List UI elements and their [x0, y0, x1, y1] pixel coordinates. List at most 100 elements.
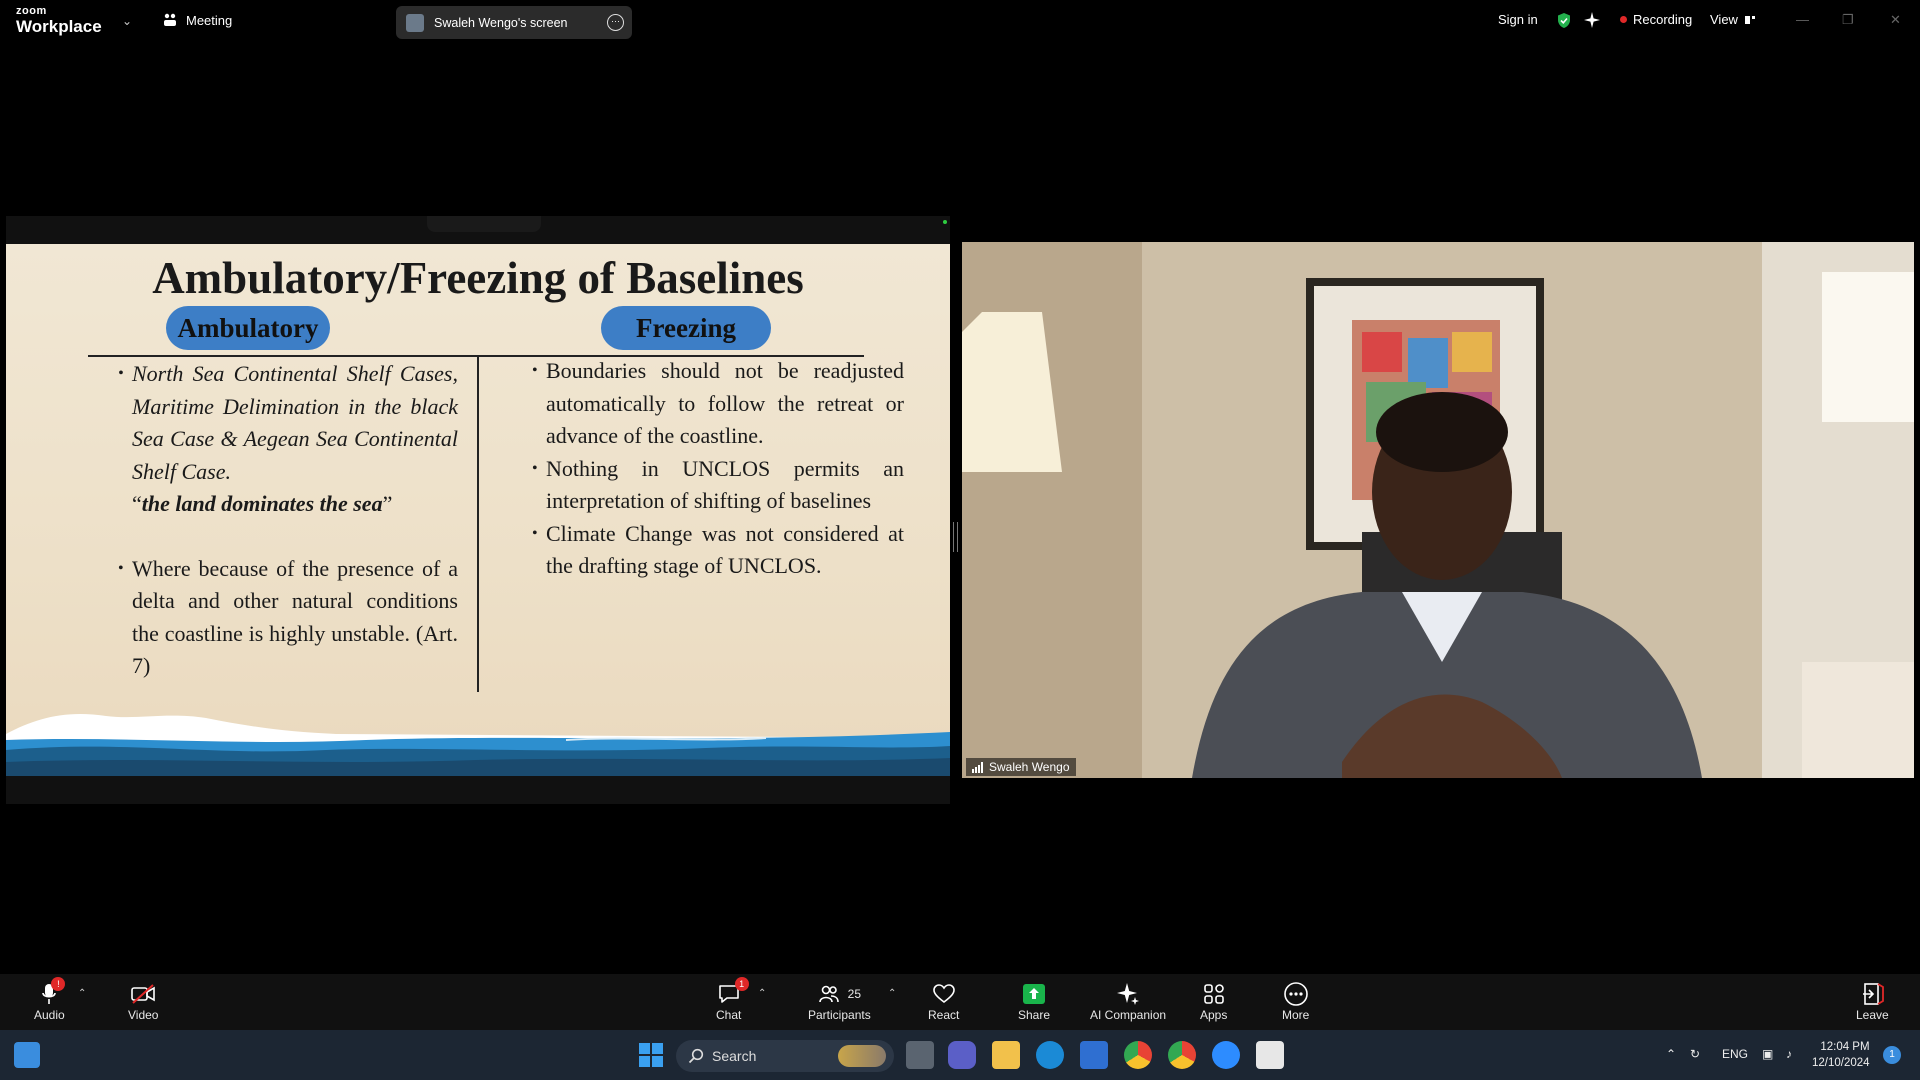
video-label: Video [128, 1008, 159, 1022]
share-drag-handle[interactable] [427, 216, 541, 232]
share-title: Swaleh Wengo's screen [434, 15, 568, 30]
more-label: More [1282, 1008, 1310, 1022]
minimize-icon[interactable]: — [1796, 12, 1809, 27]
zoom-logo: zoom Workplace [16, 5, 102, 36]
share-screen-icon [1022, 980, 1046, 1008]
audio-alert-badge: ! [51, 977, 66, 991]
heart-icon [932, 980, 956, 1008]
security-shield-icon[interactable] [1556, 12, 1572, 29]
zoom-app-icon[interactable] [1212, 1041, 1240, 1069]
chrome-profile-icon[interactable] [1168, 1041, 1196, 1069]
ai-sparkle-icon [1116, 980, 1140, 1008]
network-icon[interactable]: ▣ [1762, 1047, 1773, 1061]
more-options-icon[interactable]: ··· [607, 14, 624, 31]
ambulatory-heading: Ambulatory [166, 306, 330, 350]
sign-in-label: Sign in [1498, 12, 1538, 27]
apps-icon [1203, 980, 1225, 1008]
video-off-icon [130, 980, 156, 1008]
meeting-menu-button[interactable]: Meeting [162, 12, 232, 28]
title-bar: zoom Workplace ⌄ Meeting Swaleh Wengo's … [0, 0, 1920, 44]
recording-indicator[interactable]: Recording [1620, 12, 1692, 27]
chat-options-caret-icon[interactable]: ⌃ [758, 988, 766, 999]
apps-label: Apps [1200, 1008, 1228, 1022]
windows-taskbar: Search ⌃ ↻ ENG ▣ ♪ 12:04 PM 12/10/2024 1 [0, 1030, 1920, 1080]
video-button[interactable]: Video [128, 980, 158, 1022]
status-dot-icon [943, 220, 947, 224]
system-clock[interactable]: 12:04 PM 12/10/2024 [1812, 1039, 1870, 1071]
sync-icon[interactable]: ↻ [1690, 1047, 1700, 1061]
view-button[interactable]: View [1710, 12, 1756, 27]
ambulatory-column: North Sea Continental Shelf Cases, Marit… [118, 358, 458, 683]
audio-options-caret-icon[interactable]: ⌃ [78, 988, 86, 999]
ai-companion-button[interactable]: AI Companion [1090, 980, 1166, 1022]
close-icon[interactable]: ✕ [1890, 12, 1901, 28]
list-item: Nothing in UNCLOS permits an interpretat… [532, 453, 904, 518]
ai-companion-label: AI Companion [1090, 1008, 1167, 1022]
sign-in-link[interactable]: Sign in [1498, 12, 1538, 27]
tray-overflow-icon[interactable]: ⌃ [1666, 1047, 1676, 1061]
store-icon[interactable] [1080, 1041, 1108, 1069]
share-button[interactable]: Share [1018, 980, 1050, 1022]
teams-icon[interactable] [948, 1041, 976, 1069]
participants-button[interactable]: 25 Participants [808, 980, 871, 1022]
snipping-tool-icon[interactable] [1256, 1041, 1284, 1069]
leave-button[interactable]: Leave [1856, 980, 1889, 1022]
participant-video: Swaleh Wengo [962, 242, 1914, 778]
recording-label: Recording [1633, 12, 1693, 27]
widgets-icon[interactable] [14, 1042, 40, 1068]
quote-close: ” [382, 491, 393, 516]
search-icon [688, 1048, 704, 1064]
maximize-icon[interactable]: ❐ [1842, 12, 1854, 28]
more-dots-icon [1283, 980, 1309, 1008]
view-label: View [1710, 12, 1738, 27]
react-button[interactable]: React [928, 980, 959, 1022]
shared-screen-area: Ambulatory/Freezing of Baselines Ambulat… [6, 216, 950, 804]
taskbar-search-box[interactable]: Search [676, 1040, 894, 1072]
notification-badge[interactable]: 1 [1883, 1046, 1901, 1064]
avatar [406, 13, 424, 32]
freezing-heading: Freezing [601, 306, 771, 350]
windows-start-icon[interactable] [637, 1041, 665, 1069]
file-explorer-icon[interactable] [992, 1041, 1020, 1069]
apps-button[interactable]: Apps [1200, 980, 1227, 1022]
slide-title: Ambulatory/Freezing of Baselines [152, 253, 804, 303]
sparkle-icon[interactable] [1584, 12, 1600, 28]
clock-time: 12:04 PM [1820, 1041, 1870, 1053]
chevron-down-icon[interactable]: ⌄ [122, 14, 132, 28]
chat-button[interactable]: 1 Chat [716, 977, 749, 1022]
recording-dot-icon [1620, 16, 1627, 23]
more-button[interactable]: More [1282, 980, 1309, 1022]
participant-name: Swaleh Wengo [989, 760, 1070, 774]
participant-name-tag: Swaleh Wengo [966, 758, 1076, 776]
volume-icon[interactable]: ♪ [1786, 1047, 1792, 1061]
participants-options-caret-icon[interactable]: ⌃ [888, 988, 896, 999]
chat-badge: 1 [734, 977, 749, 991]
quote-line: “the land dominates the sea” [118, 488, 458, 521]
participants-count: 25 [847, 987, 862, 1001]
audio-button[interactable]: ! Audio [34, 977, 66, 1022]
microphone-icon: ! [41, 977, 66, 1008]
list-item: North Sea Continental Shelf Cases, Marit… [118, 358, 458, 488]
task-view-icon[interactable] [906, 1041, 934, 1069]
meeting-label: Meeting [186, 12, 233, 28]
list-item: Climate Change was not considered at the… [532, 518, 904, 583]
share-label: Share [1018, 1008, 1051, 1022]
participants-icon: 25 [818, 980, 861, 1008]
panel-resize-handle[interactable] [953, 522, 958, 552]
column-divider [477, 356, 479, 692]
quote-open: “ [132, 491, 142, 516]
clock-date: 12/10/2024 [1812, 1057, 1870, 1069]
react-label: React [928, 1008, 960, 1022]
edge-browser-icon[interactable] [1036, 1041, 1064, 1069]
chrome-icon[interactable] [1124, 1041, 1152, 1069]
logo-bottom-text: Workplace [16, 17, 102, 36]
freezing-column: Boundaries should not be readjusted auto… [532, 355, 904, 583]
audio-label: Audio [34, 1008, 65, 1022]
ocean-illustration [6, 714, 950, 776]
signal-strength-icon [972, 761, 983, 773]
view-layout-icon [1744, 15, 1755, 24]
language-indicator[interactable]: ENG [1722, 1047, 1748, 1061]
logo-top-text: zoom [16, 5, 47, 17]
shared-screen-pill[interactable]: Swaleh Wengo's screen ··· [396, 6, 632, 39]
